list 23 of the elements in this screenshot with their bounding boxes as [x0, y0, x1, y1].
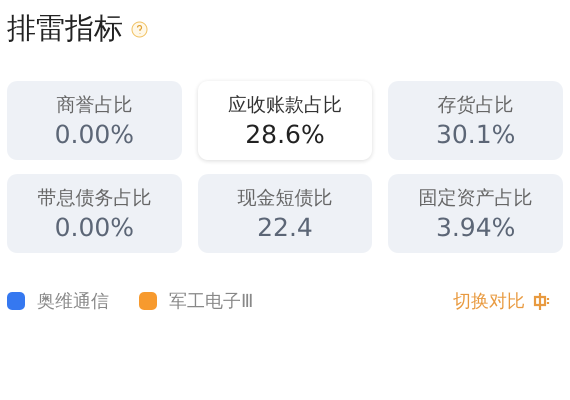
metric-card[interactable]: 现金短债比 22.4 [198, 174, 372, 253]
metric-label: 现金短债比 [237, 186, 332, 211]
metric-label: 存货占比 [438, 93, 514, 118]
legend-label: 奥维通信 [37, 290, 109, 313]
metric-value: 3.94% [436, 213, 516, 242]
switch-icon [533, 291, 551, 311]
metric-label: 带息债务占比 [37, 186, 152, 211]
metric-value: 0.00% [54, 213, 134, 242]
page-title: 排雷指标 [7, 10, 123, 47]
metric-label: 固定资产占比 [418, 186, 533, 211]
metric-label: 应收账款占比 [228, 93, 342, 118]
metric-card[interactable]: 应收账款占比 28.6% [198, 81, 372, 160]
legend-label: 军工电子Ⅲ [169, 290, 254, 313]
metric-value: 0.00% [54, 120, 134, 149]
metric-value: 30.1% [436, 120, 516, 149]
metric-label: 商誉占比 [56, 93, 132, 118]
metric-value: 28.6% [245, 120, 325, 149]
metric-card[interactable]: 固定资产占比 3.94% [388, 174, 563, 253]
metric-value: 22.4 [257, 213, 313, 242]
metric-card[interactable]: 存货占比 30.1% [388, 81, 563, 160]
help-icon[interactable] [131, 20, 148, 38]
metric-card[interactable]: 带息债务占比 0.00% [7, 174, 182, 253]
metric-card[interactable]: 商誉占比 0.00% [7, 81, 182, 160]
